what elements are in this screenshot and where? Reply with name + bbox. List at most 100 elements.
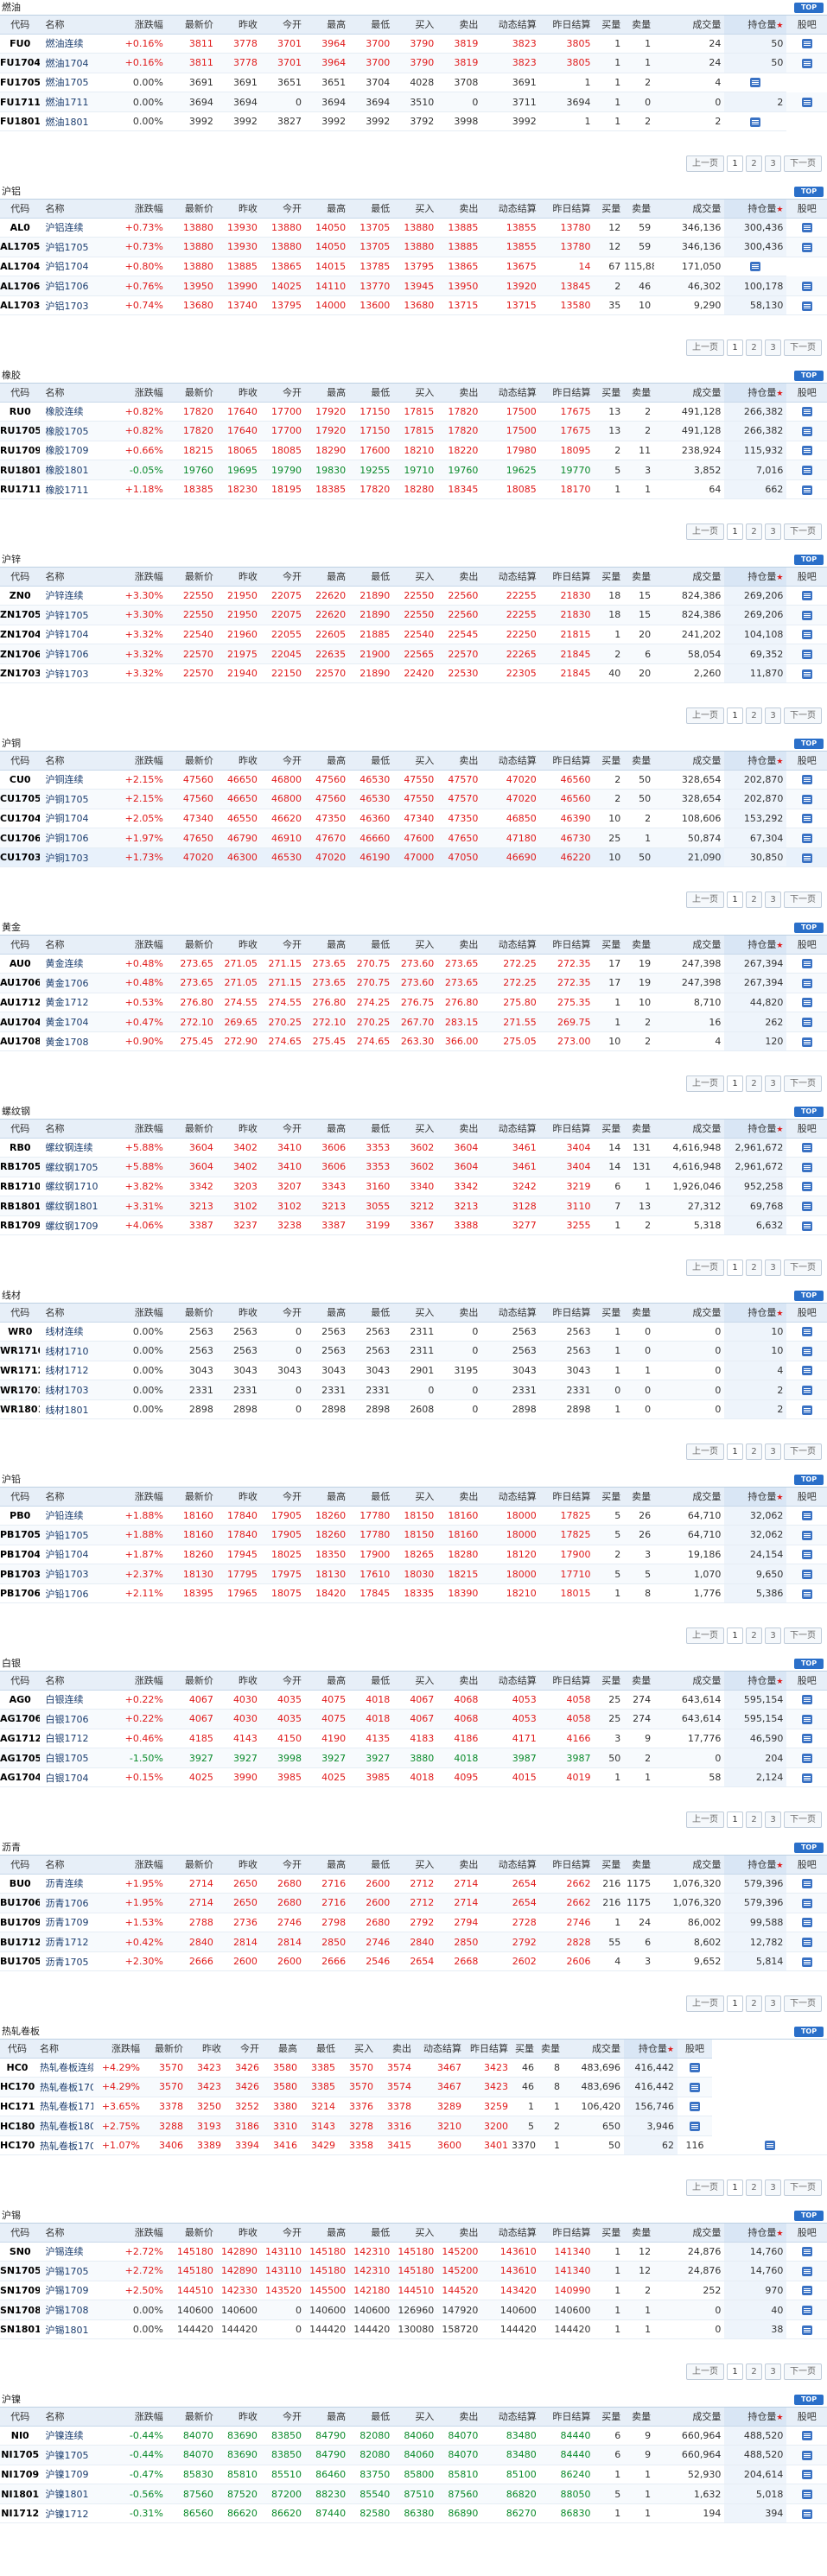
cell-name[interactable]: 沪铝连续 [40,218,109,238]
page-2-button[interactable]: 2 [746,339,762,356]
col-header-open-interest[interactable]: 持仓量★ [624,2040,678,2059]
col-header[interactable]: 买入 [393,568,438,587]
col-header[interactable]: 代码 [0,384,41,403]
next-page-button[interactable]: 下一页 [784,1995,822,2012]
col-header[interactable]: 卖量 [624,2224,655,2243]
table-row[interactable]: FU1705 燃油1705 0.00% 3691 3691 3651 3651 3704 402… [0,73,827,93]
forum-icon[interactable] [801,834,812,844]
col-header[interactable]: 涨跌幅 [108,752,167,771]
prev-page-button[interactable]: 上一页 [686,1259,724,1276]
table-row[interactable]: RU1711 橡胶1711 +1.18% 18385 18230 18195 18385 17… [0,479,827,500]
forum-icon[interactable] [801,1695,812,1705]
guba-cell[interactable] [786,789,827,809]
guba-cell[interactable] [786,1341,827,1361]
col-header[interactable]: 动态结算 [481,16,540,35]
col-header[interactable]: 买入 [393,1672,438,1691]
table-row[interactable]: RB0 螺纹钢连续 +5.88% 3604 3402 3410 3606 3353 3602 36… [0,1138,827,1158]
page-2-button[interactable]: 2 [746,707,762,724]
guba-cell[interactable] [786,1545,827,1565]
cell-name[interactable]: 沥青1705 [40,1951,109,1972]
col-header[interactable]: 动态结算 [481,1672,540,1691]
table-row[interactable]: CU1703 沪铜1703 +1.73% 47020 46300 46530 47020 46… [0,847,827,868]
cell-code[interactable]: RB1709 [0,1215,41,1236]
col-header[interactable]: 涨跌幅 [108,16,167,35]
table-row[interactable]: HC1710热轧卷板1710+3.65%33783250325233803214… [0,2097,827,2117]
cell-code[interactable]: AL0 [0,218,41,238]
forum-icon[interactable] [801,1530,812,1540]
cell-code[interactable]: AU1708 [0,1031,41,1052]
cell-code[interactable]: AG1712 [0,1729,41,1749]
cell-name[interactable]: 白银1712 [40,1729,109,1749]
guba-cell[interactable] [786,2465,827,2485]
col-header[interactable]: 买入 [393,752,438,771]
guba-cell[interactable] [724,257,787,277]
table-row[interactable]: ZN1704 沪锌1704 +3.32% 22540 21960 22055 22605 21… [0,625,827,645]
cell-code[interactable]: SN1801 [0,2319,41,2340]
forum-icon[interactable] [801,2450,812,2460]
cell-code[interactable]: FU0 [0,34,41,54]
top-button[interactable]: TOP [794,1843,824,1853]
col-header[interactable]: 今开 [260,1120,306,1139]
cell-code[interactable]: AL1706 [0,276,41,296]
col-header[interactable]: 涨跌幅 [108,568,167,587]
page-1-button[interactable]: 1 [727,1259,743,1276]
cell-code[interactable]: RU1705 [0,421,41,441]
col-header[interactable]: 代码 [0,16,41,35]
cell-code[interactable]: RU1711 [0,479,41,500]
table-row[interactable]: RB1709 螺纹钢1709 +4.06% 3387 3237 3238 3387 3199 3… [0,1215,827,1236]
cell-name[interactable]: 沪铜1705 [40,789,109,809]
col-header[interactable]: 最高 [305,1672,350,1691]
table-row[interactable]: SN1801 沪锡1801 0.00% 144420 144420 0 144420 1444… [0,2319,827,2340]
guba-cell[interactable] [786,605,827,625]
prev-page-button[interactable]: 上一页 [686,1443,724,1460]
forum-icon[interactable] [801,1570,812,1580]
cell-name[interactable]: 沪镍1712 [40,2503,109,2524]
col-header[interactable]: 最高 [305,1304,350,1323]
table-row[interactable]: CU1706 沪铜1706 +1.97% 47650 46790 46910 47670 46… [0,828,827,848]
guba-cell[interactable] [786,847,827,868]
forum-icon[interactable] [801,1714,812,1724]
cell-code[interactable]: AL1703 [0,295,41,316]
col-header[interactable]: 买量 [594,2408,625,2427]
col-header[interactable]: 卖出 [437,752,482,771]
guba-cell[interactable] [678,2077,712,2097]
col-header[interactable]: 动态结算 [481,568,540,587]
cell-name[interactable]: 沥青1709 [40,1913,109,1933]
cell-code[interactable]: NI1801 [0,2484,41,2504]
forum-icon[interactable] [801,2431,812,2441]
table-row[interactable]: ZN1706 沪锌1706 +3.32% 22570 21975 22045 22635 21… [0,644,827,664]
forum-icon[interactable] [801,959,812,969]
page-1-button[interactable]: 1 [727,1627,743,1644]
table-row[interactable]: BU1706 沥青1706 +1.95% 2714 2650 2680 2716 2600 27… [0,1893,827,1913]
guba-cell[interactable] [786,809,827,829]
next-page-button[interactable]: 下一页 [784,339,822,356]
cell-code[interactable]: HC1801 [0,2116,35,2136]
forum-icon[interactable] [801,2509,812,2519]
table-row[interactable]: WR1712 线材1712 0.00% 3043 3043 3043 3043 3043 290… [0,1361,827,1381]
cell-name[interactable]: 热轧卷板1709 [35,2135,93,2156]
cell-name[interactable]: 白银1705 [40,1748,109,1768]
page-2-button[interactable]: 2 [746,1627,762,1644]
cell-name[interactable]: 燃油1705 [40,73,109,93]
cell-name[interactable]: 沪锡1708 [40,2300,109,2320]
col-header[interactable]: 昨收 [216,1304,261,1323]
forum-icon[interactable] [801,2266,812,2276]
guba-cell[interactable] [786,1399,827,1420]
guba-cell[interactable] [786,1932,827,1952]
cell-code[interactable]: ZN1706 [0,644,41,664]
col-header[interactable]: 最新价 [166,936,217,955]
table-row[interactable]: WR1710 线材1710 0.00% 2563 2563 0 2563 2563 2311 0 2… [0,1341,827,1361]
cell-code[interactable]: HC1705 [0,2077,35,2097]
page-1-button[interactable]: 1 [727,1811,743,1828]
top-button[interactable]: TOP [794,2027,824,2037]
col-header-open-interest[interactable]: 持仓量★ [724,936,787,955]
col-header[interactable]: 最低 [349,936,394,955]
cell-code[interactable]: ZN1705 [0,605,41,625]
forum-icon[interactable] [801,853,812,863]
guba-cell[interactable] [786,1196,827,1216]
table-row[interactable]: AU1704 黄金1704 +0.47% 272.10 269.65 270.25 272.… [0,1012,827,1032]
col-header[interactable]: 代码 [0,2408,41,2427]
cell-name[interactable]: 沪铅1705 [40,1525,109,1545]
cell-name[interactable]: 沥青连续 [40,1874,109,1894]
table-row[interactable]: ZN1703 沪锌1703 +3.32% 22570 21940 22150 22570 21… [0,663,827,684]
